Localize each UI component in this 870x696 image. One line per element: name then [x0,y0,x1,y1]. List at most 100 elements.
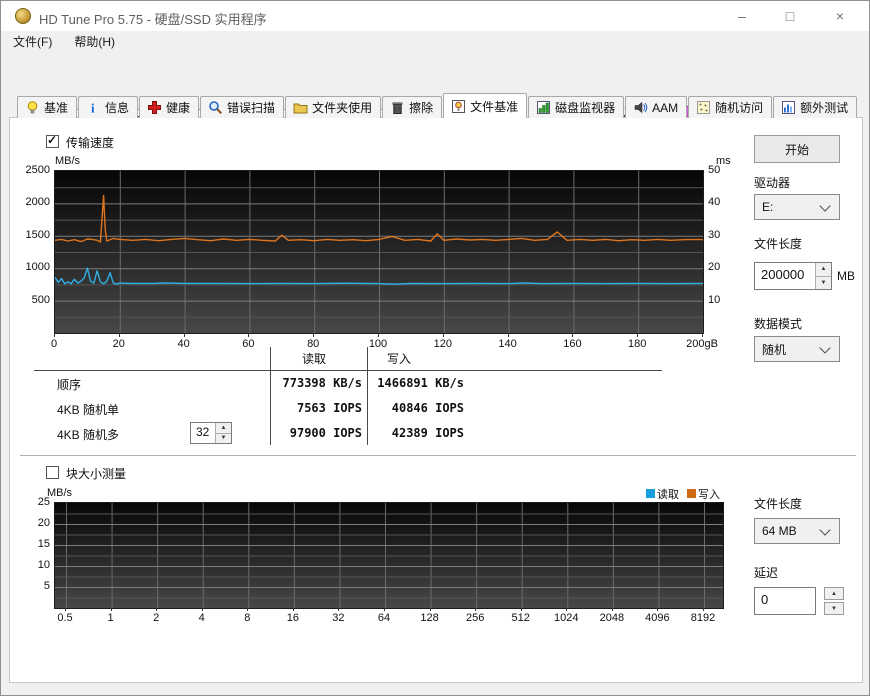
trash-icon [390,100,405,115]
tab-file-benchmark[interactable]: 文件基准 [443,93,527,118]
lightbulb-icon [25,100,40,115]
chart2-yleft-tick: 15 [10,538,50,550]
chart1-yright-unit: ms [716,155,731,167]
tab-extra-tests[interactable]: 额外测试 [773,96,857,118]
chart2-x-tick: 4096 [635,612,679,624]
chart1-x-tick: 20 [97,338,141,350]
file-benchmark-icon [451,99,466,114]
read-value: 773398 KB/s [210,376,362,390]
chart2-x-tick: 8192 [681,612,725,624]
write-value: 1466891 KB/s [372,376,464,390]
chart1-yleft-unit: MB/s [55,155,80,167]
tab-label: 信息 [105,99,129,116]
delay-down-button[interactable]: ▼ [824,602,844,615]
tab-label: 额外测试 [800,99,848,116]
drive-label: 驱动器 [754,174,790,191]
tab-erase[interactable]: 擦除 [382,96,442,118]
result-row-label: 顺序 [57,376,81,393]
file-length-spinbox[interactable]: 200000 ▲▼ [754,262,832,290]
tab-health[interactable]: 健康 [139,96,199,118]
block-size-checkbox[interactable] [46,466,59,484]
spinner-buttons[interactable]: ▲▼ [215,423,231,443]
chart2-yleft-tick: 25 [10,496,50,508]
tab-info[interactable]: i 信息 [78,96,138,118]
close-button[interactable]: × [815,1,865,31]
tab-label: 磁盘监视器 [555,99,615,116]
app-icon [15,8,31,24]
tab-label: 擦除 [409,99,433,116]
tab-aam[interactable]: AAM [625,96,687,118]
chart1-x-tick: 100 [356,338,400,350]
file-length-value: 200000 [755,263,815,289]
tab-bar: 基准 i 信息健康 错误扫描文件夹使用 擦除文件基准 磁盘监视器 AAM随机访问 额外测试 [17,93,858,118]
spin-up-icon[interactable]: ▲ [216,423,231,434]
read-value: 7563 IOPS [210,401,362,415]
chart2-legend: 读取写入 [646,486,720,502]
spin-up-icon[interactable]: ▲ [816,263,831,277]
menu-bar: 文件(F) 帮助(H) [1,31,869,51]
chart2-x-tick: 1 [89,612,133,624]
health-cross-icon [147,100,162,115]
queue-depth-value: 32 [191,423,215,443]
queue-depth-spinbox[interactable]: 32▲▼ [190,422,232,444]
chart2-x-tick: 4 [180,612,224,624]
delay-input[interactable]: 0 [754,587,816,615]
drive-combobox[interactable]: E: [754,194,840,220]
transfer-speed-plot [55,171,703,333]
drive-combobox-value: E: [755,200,821,214]
delay-up-button[interactable]: ▲ [824,587,844,600]
chart1-yright-tick: 30 [708,229,720,241]
transfer-speed-checkbox[interactable] [46,135,59,153]
menu-file[interactable]: 文件(F) [3,31,62,52]
start-button[interactable]: 开始 [754,135,840,163]
block-size-plot [55,503,723,608]
file-length-unit: MB [837,269,855,283]
transfer-speed-label: 传输速度 [66,134,114,151]
chart2-x-tick: 2 [134,612,178,624]
chart2-x-tick: 1024 [544,612,588,624]
data-mode-label: 数据模式 [754,315,802,332]
tab-random-access[interactable]: 随机访问 [688,96,772,118]
svg-text:i: i [91,101,95,116]
legend-swatch-icon [646,489,655,498]
tab-error-scan[interactable]: 错误扫描 [200,96,284,118]
chart1-x-tick: 60 [226,338,270,350]
spinner-buttons[interactable]: ▲▼ [815,263,831,289]
info-icon: i [86,100,101,115]
tab-disk-monitor[interactable]: 磁盘监视器 [528,96,624,118]
tab-label: 基准 [44,99,68,116]
chart1-yright-tick: 10 [708,294,720,306]
random-dots-icon [696,100,711,115]
spin-down-icon[interactable]: ▼ [216,434,231,444]
tab-benchmark[interactable]: 基准 [17,96,77,118]
chart1-x-tick: 0 [32,338,76,350]
legend-label: 读取 [657,489,679,501]
window-title: HD Tune Pro 5.75 - 硬盘/SSD 实用程序 [39,9,267,28]
menu-help[interactable]: 帮助(H) [64,31,125,52]
transfer-speed-chart [54,170,704,334]
table-hline [34,370,662,371]
result-row-label: 4KB 随机单 [57,401,119,418]
checkbox-unchecked-icon [46,466,59,479]
block-file-length-value: 64 MB [755,524,821,538]
write-value: 40846 IOPS [372,401,464,415]
chart2-yleft-tick: 20 [10,517,50,529]
tab-folder-usage[interactable]: 文件夹使用 [285,96,381,118]
title-bar: HD Tune Pro 5.75 - 硬盘/SSD 实用程序 – □ × [1,1,869,31]
chevron-down-icon [819,524,830,535]
minimize-button[interactable]: – [719,1,765,31]
folder-icon [293,100,308,115]
chart2-x-tick: 8 [225,612,269,624]
delay-label: 延迟 [754,564,778,581]
extra-chart-icon [781,100,796,115]
tab-label: 错误扫描 [227,99,275,116]
spin-down-icon[interactable]: ▼ [816,277,831,290]
data-mode-combobox[interactable]: 随机 [754,336,840,362]
chart2-x-tick: 256 [453,612,497,624]
block-file-length-combobox[interactable]: 64 MB [754,518,840,544]
maximize-button[interactable]: □ [767,1,813,31]
chart1-x-tick: 140 [486,338,530,350]
chart2-x-tick: 128 [408,612,452,624]
chart2-x-tick: 0.5 [43,612,87,624]
block-size-label: 块大小测量 [66,465,126,482]
